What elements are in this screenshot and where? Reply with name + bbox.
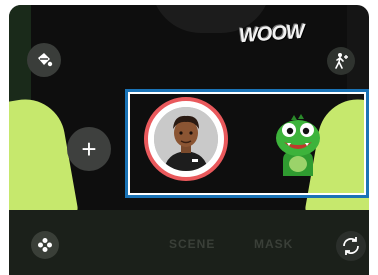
avatar-face: [154, 107, 218, 171]
plus-icon: +: [81, 134, 97, 164]
dinosaur-icon: [276, 114, 320, 176]
sticker-button[interactable]: [27, 43, 61, 77]
switch-camera-button[interactable]: [336, 231, 366, 261]
selected-avatar[interactable]: [144, 97, 228, 181]
flower-icon: [38, 238, 52, 252]
walking-person-plus-icon: [335, 53, 348, 69]
ar-emoji-camera-screen: WOOW SCENE MASK +: [0, 0, 378, 275]
sticker-bucket-icon: [38, 53, 53, 67]
rotate-camera-icon: [343, 237, 359, 255]
dinosaur-emoji[interactable]: [269, 112, 327, 176]
mode-mask[interactable]: MASK: [254, 237, 293, 251]
woow-graphic-text: WOOW: [238, 20, 305, 48]
avatar-icon: [154, 107, 218, 171]
effects-button[interactable]: [31, 231, 59, 259]
body-pose-button[interactable]: [327, 47, 355, 75]
add-avatar-button[interactable]: +: [67, 127, 111, 171]
mode-scene[interactable]: SCENE: [169, 237, 215, 251]
